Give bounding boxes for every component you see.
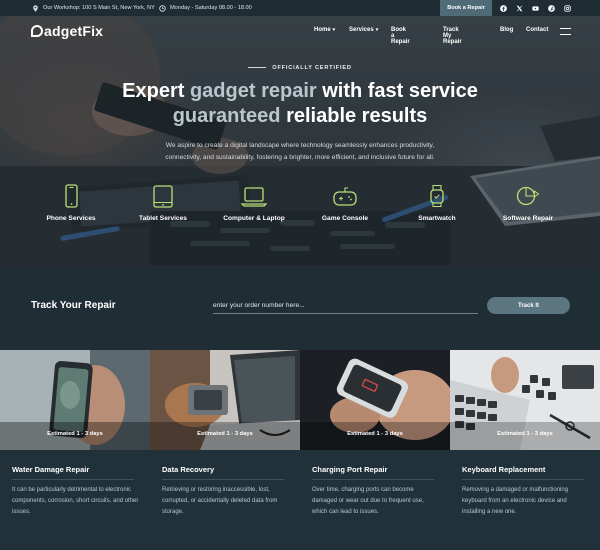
card-keyboard-replacement[interactable]: Estimated 1 - 3 days Keyboard Replacemen… (450, 350, 600, 550)
card-description: Removing a damaged or malfunctioning key… (462, 487, 569, 515)
top-book-repair-button[interactable]: Book a Repair (440, 0, 492, 16)
service-console[interactable]: Game Console (305, 183, 385, 222)
service-phone[interactable]: Phone Services (31, 183, 111, 222)
headline-highlight: gadget repair (189, 80, 317, 102)
hero-headline: Expert gadget repair with fast service g… (0, 79, 600, 129)
card-data-recovery[interactable]: Estimated 1 - 3 days Data Recovery Retri… (150, 350, 300, 550)
service-label: Game Console (321, 215, 369, 222)
phone-icon (65, 184, 78, 208)
service-categories: Phone Services Tablet Services Computer … (0, 183, 600, 233)
smartwatch-icon (430, 184, 444, 208)
nav-home-label: Home (314, 27, 331, 33)
instagram-icon[interactable] (564, 4, 571, 12)
x-icon[interactable] (516, 5, 523, 12)
service-label: Tablet Services (139, 215, 187, 222)
nav-home[interactable]: Home ▾ (314, 27, 335, 33)
pinterest-icon[interactable] (548, 4, 555, 12)
track-title: Track Your Repair (31, 300, 116, 311)
service-label: Computer & Laptop (223, 215, 285, 222)
site-logo[interactable]: adgetFix (31, 23, 103, 39)
card-title: Keyboard Replacement (462, 465, 546, 474)
social-links (500, 0, 571, 16)
card-title: Water Damage Repair (12, 465, 90, 474)
nav-book-repair[interactable]: Book a Repair (391, 27, 410, 45)
order-number-input[interactable] (213, 298, 478, 314)
service-computer[interactable]: Computer & Laptop (214, 183, 294, 222)
headline-part: with fast service (316, 80, 478, 102)
hero-description: We aspire to create a digital landscape … (165, 142, 435, 161)
track-repair-section: Track Your Repair Track It (0, 269, 600, 350)
service-label: Software Repair (502, 215, 554, 222)
clock-icon (159, 4, 166, 12)
menu-hamburger-icon[interactable] (560, 28, 571, 35)
nav-track-repair[interactable]: Track My Repair (443, 27, 462, 45)
card-divider (12, 479, 134, 480)
facebook-icon[interactable] (500, 4, 507, 12)
card-water-damage[interactable]: Estimated 1 - 3 days Water Damage Repair… (0, 350, 150, 550)
card-title: Data Recovery (162, 465, 215, 474)
card-divider (162, 479, 284, 480)
nav-contact[interactable]: Contact (526, 27, 548, 33)
youtube-icon[interactable] (532, 5, 539, 12)
service-label: Phone Services (46, 215, 96, 222)
software-icon (516, 186, 540, 206)
estimate-badge: Estimated 1 - 3 days (47, 431, 103, 437)
opening-hours: Monday - Saturday 08.00 - 18.00 (159, 4, 252, 12)
card-charging-port[interactable]: Estimated 1 - 3 days Charging Port Repai… (300, 350, 450, 550)
nav-services-label: Services (349, 27, 374, 33)
headline-part: reliable results (280, 105, 428, 127)
card-divider (462, 479, 584, 480)
logo-text: adgetFix (44, 23, 104, 39)
service-software[interactable]: Software Repair (488, 183, 568, 222)
hours-text: Monday - Saturday 08.00 - 18.00 (170, 5, 252, 11)
nav-services[interactable]: Services ▾ (349, 27, 378, 33)
gamepad-icon (333, 187, 357, 206)
card-description: Retrieving or restoring inaccessible, lo… (162, 487, 278, 515)
track-it-button[interactable]: Track It (487, 297, 570, 314)
top-bar: Our Workshop: 100 S Main St, New York, N… (0, 0, 600, 16)
service-tablet[interactable]: Tablet Services (123, 183, 203, 222)
workshop-address: Our Workshop: 100 S Main St, New York, N… (32, 4, 155, 12)
card-description: Over time, charging ports can become dam… (312, 487, 424, 515)
headline-highlight: guaranteed (172, 105, 281, 127)
estimate-badge: Estimated 1 - 3 days (497, 431, 553, 437)
card-divider (312, 479, 434, 480)
address-text: Our Workshop: 100 S Main St, New York, N… (43, 5, 155, 11)
location-pin-icon (33, 4, 38, 12)
hero-section: adgetFix Home ▾ Services ▾ Book a Repair T… (0, 16, 600, 269)
estimate-badge: Estimated 1 - 3 days (197, 431, 253, 437)
chevron-down-icon: ▾ (332, 27, 336, 33)
logo-mark-icon (31, 25, 43, 37)
hero-eyebrow: OFFICIALLY CERTIFIED (0, 65, 600, 71)
nav-blog[interactable]: Blog (500, 27, 513, 33)
estimate-badge: Estimated 1 - 3 days (347, 431, 403, 437)
headline-part: Expert (122, 80, 190, 102)
tablet-icon (153, 185, 173, 208)
chevron-down-icon: ▾ (375, 27, 379, 33)
service-label: Smartwatch (418, 215, 456, 222)
service-smartwatch[interactable]: Smartwatch (397, 183, 477, 222)
repair-cards: Estimated 1 - 3 days Water Damage Repair… (0, 350, 600, 550)
main-navbar: adgetFix Home ▾ Services ▾ Book a Repair T… (0, 16, 600, 48)
card-description: It can be particularly detrimental to el… (12, 487, 139, 515)
card-title: Charging Port Repair (312, 465, 388, 474)
laptop-icon (240, 187, 268, 207)
